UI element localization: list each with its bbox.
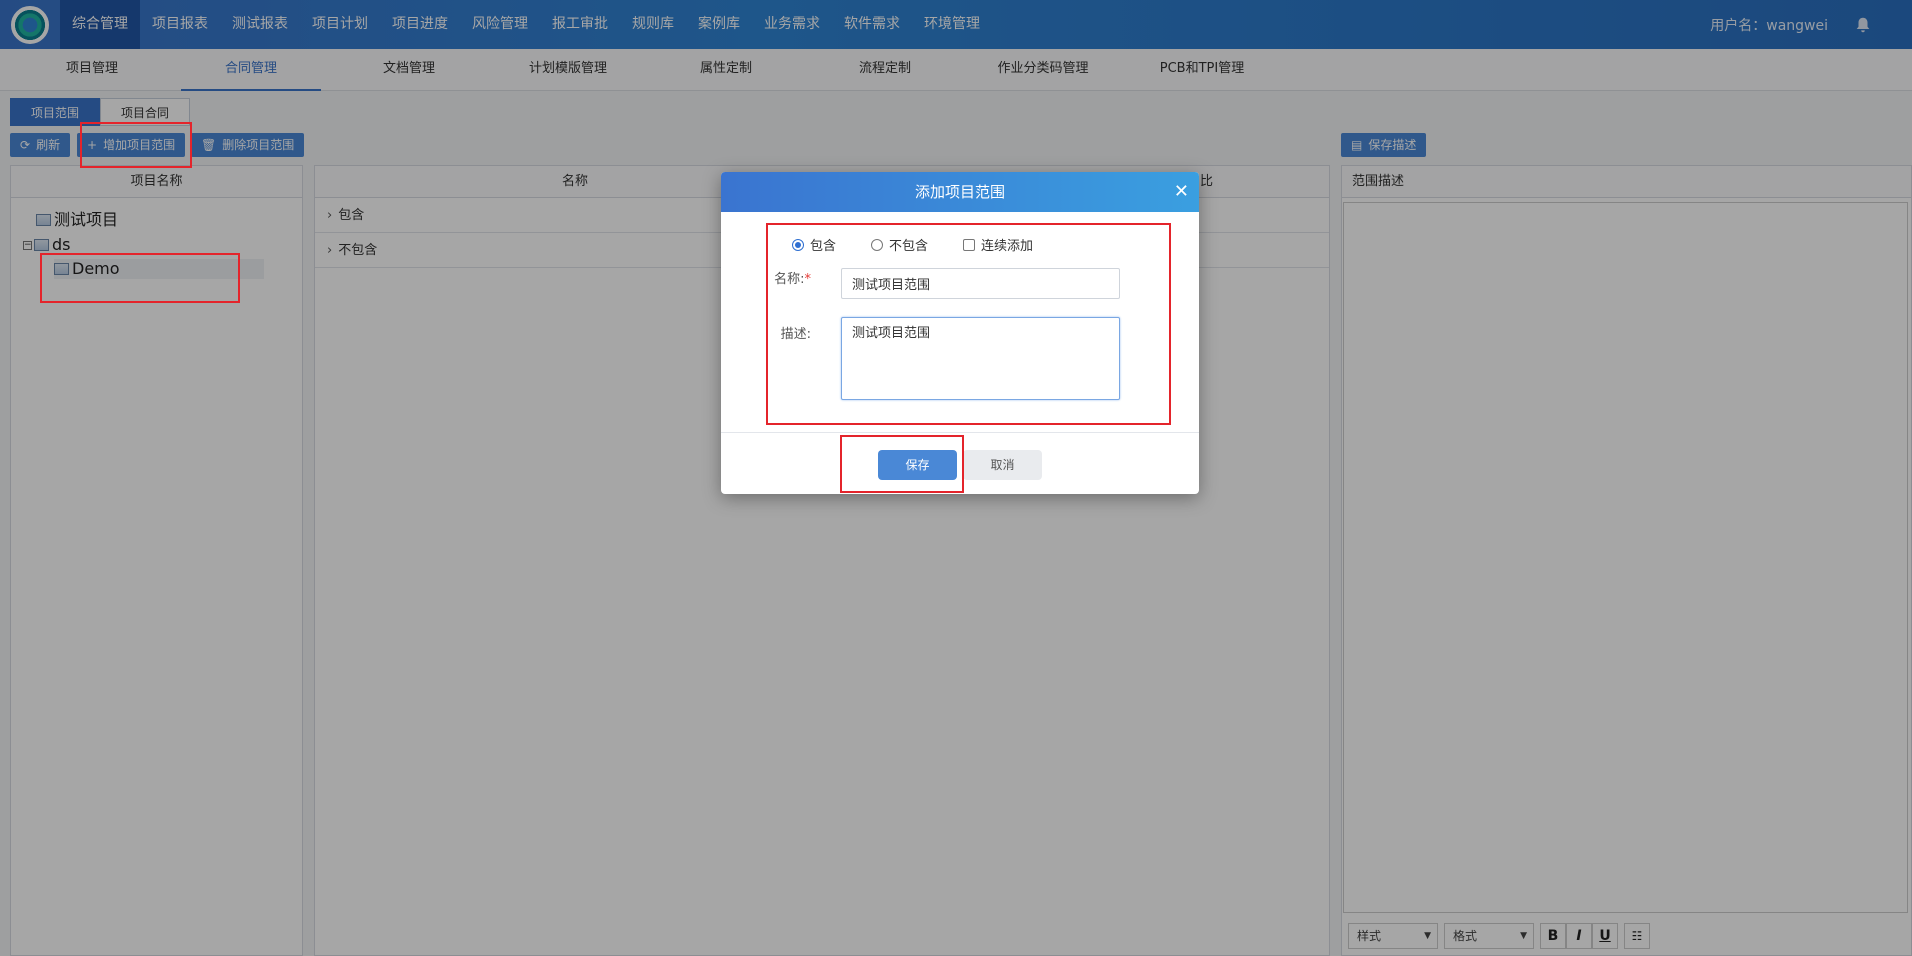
cancel-button[interactable]: 取消 — [963, 450, 1042, 480]
annotation-box-form — [766, 223, 1171, 425]
dialog-divider — [721, 432, 1199, 433]
dialog-title: 添加项目范围 — [914, 183, 1005, 201]
dialog-header: 添加项目范围 ✕ — [721, 172, 1199, 212]
annotation-box-tree-node — [40, 253, 240, 303]
annotation-box-save — [840, 435, 964, 493]
annotation-box-add-button — [80, 122, 192, 168]
close-icon[interactable]: ✕ — [1174, 172, 1189, 212]
